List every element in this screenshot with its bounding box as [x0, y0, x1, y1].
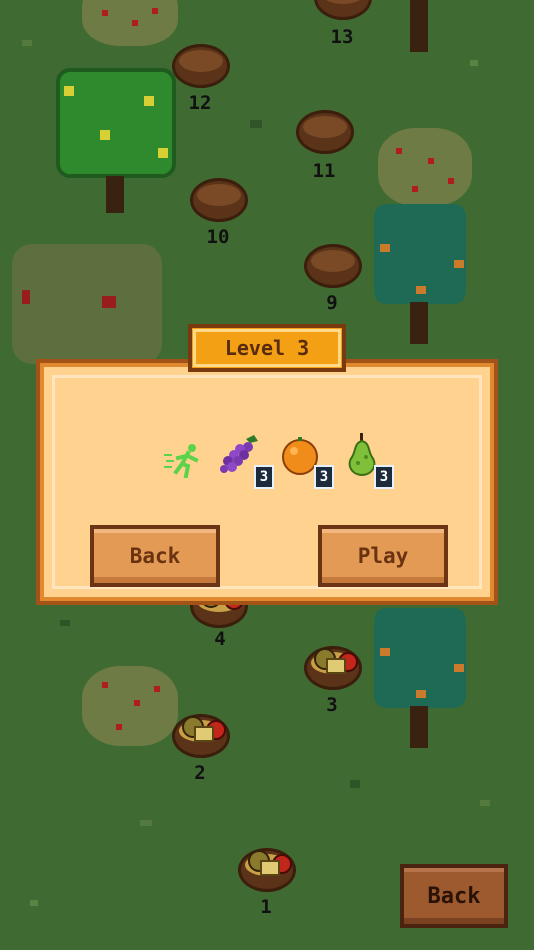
tree-trunk [396, 0, 446, 52]
orange-count: 3 [314, 465, 334, 489]
back-button[interactable]: Back [400, 864, 508, 928]
level-node-3[interactable] [304, 646, 362, 696]
level-number: 4 [214, 628, 226, 650]
berry-bush [82, 666, 178, 746]
level-number: 11 [312, 160, 336, 182]
berry-bush [82, 0, 178, 48]
grass-speck [480, 800, 490, 806]
level-number: 2 [194, 762, 206, 784]
level-node-11[interactable] [296, 110, 354, 160]
level-number: 9 [326, 292, 338, 314]
level-number: 3 [326, 694, 338, 716]
grass-speck [350, 780, 360, 788]
runner-icon [164, 444, 199, 478]
grass-speck [250, 120, 262, 128]
mossy-tree [12, 244, 162, 364]
apple-tree [48, 68, 178, 213]
orange-tree [374, 608, 466, 748]
grass-speck [30, 900, 38, 906]
level-dialog: 3 3 3 Back Play [36, 359, 498, 605]
grapes-count: 3 [254, 465, 274, 489]
level-node-9[interactable] [304, 244, 362, 294]
level-number: 12 [188, 92, 212, 114]
grass-speck [470, 60, 478, 66]
level-node-2[interactable] [172, 714, 230, 764]
level-number: 1 [260, 896, 272, 918]
level-title-badge: Level 3 [188, 324, 346, 372]
orange-tree [374, 204, 466, 344]
grass-speck [140, 820, 152, 826]
level-node-12[interactable] [172, 44, 230, 94]
dialog-back-button[interactable]: Back [90, 525, 220, 587]
grass-speck [22, 40, 32, 46]
pear-count: 3 [374, 465, 394, 489]
level-node-13[interactable] [314, 0, 372, 26]
level-node-1[interactable] [238, 848, 296, 898]
level-number: 10 [206, 226, 230, 248]
level-number: 13 [330, 26, 354, 48]
level-node-10[interactable] [190, 178, 248, 228]
play-button[interactable]: Play [318, 525, 448, 587]
berry-bush [378, 128, 472, 208]
grass-speck [60, 620, 70, 626]
